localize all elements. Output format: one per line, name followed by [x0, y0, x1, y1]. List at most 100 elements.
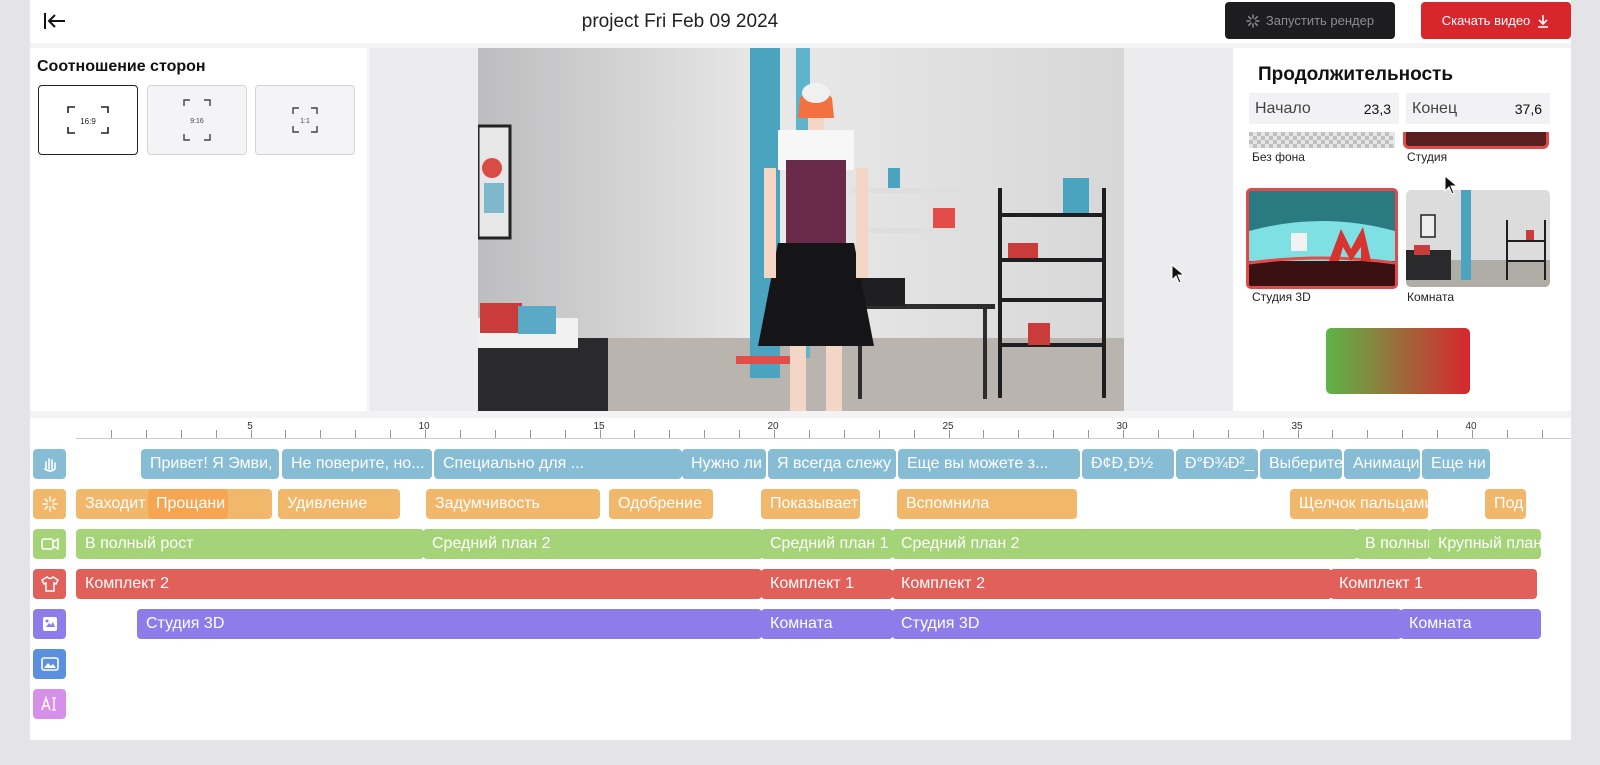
- bg-option-none[interactable]: [1249, 132, 1395, 148]
- camera-clip[interactable]: В полный рост: [76, 529, 424, 559]
- ratio-9-16-text: 9:16: [190, 118, 204, 125]
- render-button[interactable]: Запустить рендер: [1225, 2, 1395, 39]
- ratio-1-1-button[interactable]: 1:1: [255, 85, 355, 155]
- download-button[interactable]: Скачать видео: [1421, 2, 1571, 39]
- ruler-tick: [1297, 430, 1299, 438]
- camera-clip[interactable]: Крупный план: [1429, 529, 1541, 559]
- project-title: project Fri Feb 09 2024: [581, 11, 779, 32]
- end-time-label: Конец: [1412, 99, 1458, 117]
- start-time-value: 23,3: [1363, 100, 1391, 117]
- scene-clip[interactable]: Студия 3D: [892, 609, 1402, 639]
- studio-3d-thumbnail: [1249, 191, 1395, 286]
- start-time-field[interactable]: Начало 23,3: [1249, 93, 1399, 124]
- bg-option-room[interactable]: [1406, 190, 1550, 287]
- ratio-9-16-button[interactable]: 9:16: [147, 85, 247, 155]
- dialog-clip[interactable]: Привет! Я Эмви,: [141, 449, 279, 479]
- ratio-frame-icon: 16:9: [67, 106, 109, 134]
- dialog-clip[interactable]: Анимаци: [1344, 449, 1420, 479]
- bg-option-studio-3d[interactable]: [1246, 188, 1398, 289]
- dialog-clip[interactable]: Не поверите, но...: [282, 449, 432, 479]
- end-time-field[interactable]: Конец 37,6: [1406, 93, 1550, 124]
- scene-track-icon: [33, 609, 66, 639]
- dialog-clip[interactable]: Ð¢Ð¸Ð½: [1082, 449, 1174, 479]
- camera-clip[interactable]: Средний план 1: [761, 529, 893, 559]
- ruler-tick: [843, 430, 845, 438]
- camera-clip[interactable]: Средний план 2: [892, 529, 1358, 559]
- ruler-tick: [739, 430, 741, 438]
- dialog-clip[interactable]: Нужно ли: [682, 449, 766, 479]
- ruler-label: 40: [1465, 421, 1477, 432]
- ruler-tick: [599, 430, 601, 438]
- aspect-title: Соотношение сторон: [37, 58, 206, 75]
- timeline-ruler[interactable]: 5 10 15 20 25 30 35 40: [76, 418, 1571, 444]
- ruler-tick: [634, 430, 636, 438]
- camera-clip[interactable]: В полный: [1356, 529, 1430, 559]
- bg-option-studio[interactable]: [1403, 132, 1549, 149]
- dialog-clip[interactable]: Выберите: [1260, 449, 1342, 479]
- dialog-clip[interactable]: Специально для ...: [434, 449, 682, 479]
- scene-clip[interactable]: Комната: [1400, 609, 1541, 639]
- spinner-icon: [1246, 13, 1260, 28]
- image-icon: [40, 657, 59, 671]
- outfit-clip[interactable]: Комплект 2: [892, 569, 1332, 599]
- scene-clip[interactable]: Студия 3D: [137, 609, 762, 639]
- checkerboard-thumbnail: [1249, 132, 1395, 148]
- end-time-value: 37,6: [1514, 100, 1542, 117]
- ruler-tick: [425, 430, 426, 438]
- ruler-tick: [913, 430, 915, 438]
- ruler-label: 20: [767, 421, 779, 432]
- dialog-clip[interactable]: Еще вы можете з...: [898, 449, 1080, 479]
- dialog-clip[interactable]: Еще ни: [1422, 449, 1490, 479]
- video-preview[interactable]: [478, 48, 1124, 411]
- gesture-clip[interactable]: Щелчок пальцами: [1290, 489, 1428, 519]
- dialog-clip[interactable]: Я всегда слежу: [768, 449, 896, 479]
- gesture-clip[interactable]: Показывает: [761, 489, 860, 519]
- ruler-tick: [529, 430, 531, 438]
- ruler-tick: [1123, 430, 1124, 438]
- camera-track-icon: [33, 529, 66, 559]
- preview-scene-image: [478, 48, 1124, 411]
- ruler-tick: [1018, 430, 1020, 438]
- gesture-clip[interactable]: Одобрение: [609, 489, 713, 519]
- aspect-ratio-panel: Соотношение сторон 16:9 9:16 1:1: [30, 48, 367, 411]
- download-icon: [1538, 14, 1549, 28]
- ruler-tick: [494, 430, 496, 438]
- bg-label-studio: Студия: [1407, 150, 1448, 164]
- render-label: Запустить рендер: [1265, 13, 1375, 28]
- ruler-tick: [1472, 430, 1473, 438]
- ruler-tick: [110, 430, 112, 438]
- gesture-clip[interactable]: Удивление: [278, 489, 400, 519]
- gesture-clip[interactable]: Вспомнила: [897, 489, 1077, 519]
- ruler-tick: [1506, 430, 1508, 438]
- dialog-track-icon: [33, 449, 66, 479]
- bg-option-gradient[interactable]: [1326, 328, 1470, 394]
- ruler-tick: [285, 430, 287, 438]
- camera-clip[interactable]: Средний план 2: [423, 529, 763, 559]
- mouse-cursor-icon: [1171, 264, 1185, 284]
- gesture-clip[interactable]: Прощани: [148, 489, 228, 519]
- ratio-frame-icon: 1:1: [292, 107, 318, 133]
- hand-wave-icon: [43, 458, 56, 472]
- scene-clip[interactable]: Комната: [761, 609, 893, 639]
- timeline: 5 10 15 20 25 30 35 40 Привет! Я Эмви, Н…: [30, 418, 1571, 740]
- image-track-icon: [33, 649, 66, 679]
- ruler-tick: [320, 430, 322, 438]
- outfit-clip[interactable]: Комплект 1: [1330, 569, 1537, 599]
- top-bar: project Fri Feb 09 2024 Запустить рендер…: [30, 0, 1571, 43]
- ruler-tick: [250, 430, 252, 438]
- ruler-tick: [459, 430, 461, 438]
- gesture-clip[interactable]: Под: [1485, 489, 1526, 519]
- gesture-clip[interactable]: Задумчивость: [426, 489, 600, 519]
- outfit-clip[interactable]: Комплект 1: [761, 569, 893, 599]
- ruler-tick: [1192, 430, 1194, 438]
- ratio-16-9-text: 16:9: [80, 117, 96, 126]
- dialog-clip[interactable]: Ð°Ð¾Ð²_: [1176, 449, 1258, 479]
- sparkle-icon: [41, 496, 58, 512]
- outfit-track-icon: [33, 569, 66, 599]
- ruler-tick: [808, 430, 810, 438]
- ratio-16-9-button[interactable]: 16:9: [38, 85, 138, 155]
- outfit-clip[interactable]: Комплект 2: [76, 569, 762, 599]
- duration-title: Продолжительность: [1258, 64, 1454, 85]
- app-window: project Fri Feb 09 2024 Запустить рендер…: [30, 0, 1571, 740]
- scene-icon: [42, 617, 57, 631]
